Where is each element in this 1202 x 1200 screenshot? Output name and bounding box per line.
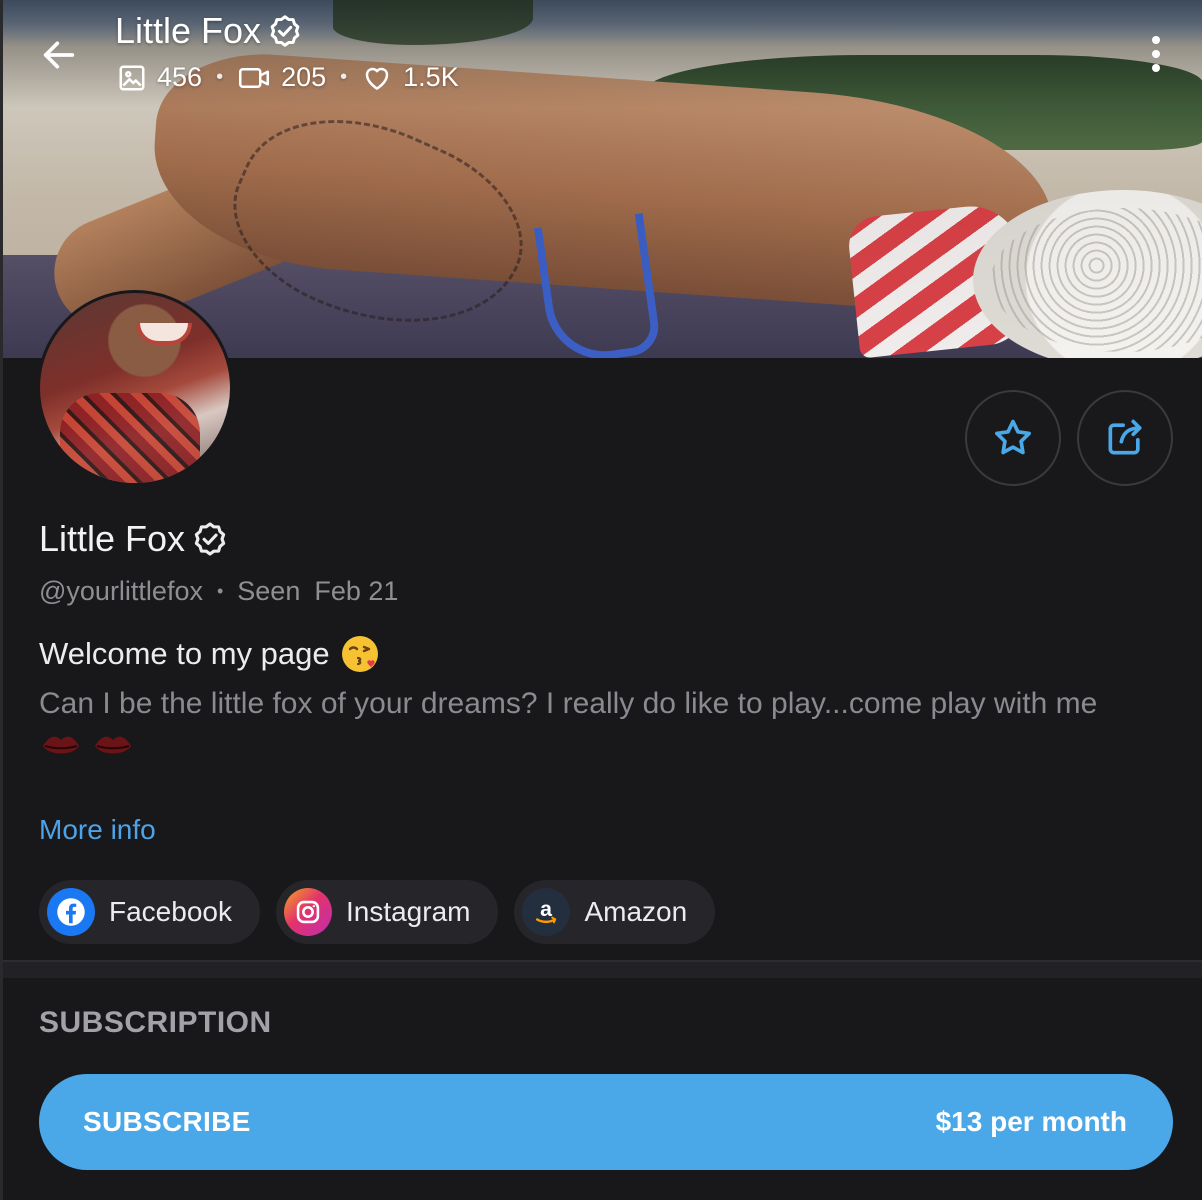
likes-count: 1.5K: [361, 62, 459, 93]
profile-name: Little Fox: [39, 518, 186, 559]
heart-icon: [365, 67, 389, 90]
arrow-left-icon: [43, 41, 75, 69]
more-options-button[interactable]: [1136, 32, 1176, 76]
section-divider: [3, 960, 1202, 978]
header-name: Little Fox: [115, 10, 262, 51]
last-seen-date: Feb 21: [314, 576, 399, 606]
bio-emojis: [41, 732, 133, 760]
bio-headline: Welcome to my page: [39, 634, 380, 674]
subscribe-label: SUBSCRIBE: [83, 1106, 251, 1137]
star-icon: [995, 419, 1031, 455]
verified-badge-icon: [194, 522, 226, 556]
avatar[interactable]: [37, 290, 233, 486]
profile-name-row: Little Fox: [39, 518, 229, 560]
social-links: Facebook Instagram a Amazon: [39, 880, 716, 944]
instagram-link[interactable]: Instagram: [275, 880, 499, 944]
facebook-link[interactable]: Facebook: [39, 880, 260, 944]
lips-emoji: [43, 736, 79, 754]
lips-emoji: [95, 736, 131, 754]
profile-handle: @yourlittlefox: [39, 576, 203, 606]
verified-badge-icon: [270, 15, 300, 47]
profile-page: Little Fox 456 • 205 • 1.5K Little Fox @…: [0, 0, 1202, 1200]
subscription-section-title: SUBSCRIPTION: [39, 1006, 272, 1039]
instagram-icon: [283, 888, 332, 936]
subscription-price: $13 per month: [935, 1106, 1127, 1137]
more-info-link[interactable]: More info: [39, 814, 156, 846]
bio-text: Can I be the little fox of your dreams? …: [39, 687, 1098, 720]
share-button[interactable]: [1077, 390, 1173, 486]
image-icon: [119, 65, 145, 90]
header-stats: 456 • 205 • 1.5K: [117, 62, 459, 93]
video-icon: [239, 67, 270, 88]
subscribe-button[interactable]: SUBSCRIBE $13 per month: [39, 1074, 1173, 1170]
profile-meta: @yourlittlefox • Seen Feb 21: [39, 576, 399, 606]
dot: [1152, 36, 1160, 44]
header-title: Little Fox: [115, 10, 303, 52]
amazon-icon: a: [522, 888, 571, 936]
favorite-button[interactable]: [965, 390, 1061, 486]
svg-text:a: a: [541, 897, 553, 921]
facebook-icon: [47, 888, 95, 936]
last-seen-label: Seen: [237, 576, 301, 606]
photos-count: 456: [117, 62, 202, 93]
share-icon: [1108, 419, 1142, 455]
amazon-link[interactable]: a Amazon: [514, 880, 716, 944]
kiss-face-emoji: [341, 636, 378, 672]
back-button[interactable]: [31, 30, 87, 80]
videos-count: 205: [237, 62, 326, 93]
